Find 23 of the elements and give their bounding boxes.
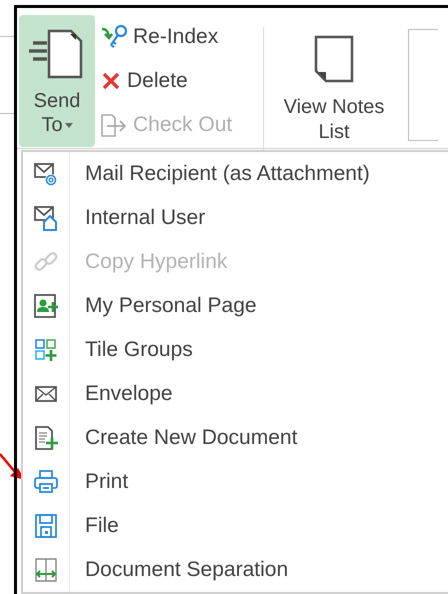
ribbon-action-button[interactable]: Re-Index bbox=[99, 15, 263, 59]
send-to-button[interactable]: Send To bbox=[19, 15, 95, 147]
document-add-icon bbox=[33, 425, 59, 451]
menu-item[interactable]: My Personal Page bbox=[23, 284, 448, 328]
mail-home-icon bbox=[33, 205, 59, 231]
key-icon bbox=[99, 23, 129, 51]
menu-item[interactable]: Tile Groups bbox=[23, 328, 448, 372]
view-notes-list-button[interactable]: View Notes List bbox=[264, 15, 404, 147]
menu-item[interactable]: Mail Recipient (as Attachment) bbox=[23, 152, 448, 196]
printer-icon bbox=[33, 469, 59, 495]
menu-item[interactable]: Envelope bbox=[23, 372, 448, 416]
menu-item[interactable]: Create New Document bbox=[23, 416, 448, 460]
caret-icon bbox=[64, 122, 73, 128]
menu-item[interactable]: Document Separation bbox=[23, 548, 448, 592]
split-document-icon bbox=[33, 557, 59, 583]
menu-item[interactable]: Internal User bbox=[23, 196, 448, 240]
menu-item[interactable]: File bbox=[23, 504, 448, 548]
person-add-icon bbox=[33, 293, 59, 319]
ribbon-action-button[interactable]: Delete bbox=[99, 59, 263, 103]
tiles-add-icon bbox=[33, 337, 59, 363]
mail-icon bbox=[33, 161, 59, 187]
menu-item[interactable]: Print bbox=[23, 460, 448, 504]
document-arrow-icon bbox=[99, 111, 129, 139]
